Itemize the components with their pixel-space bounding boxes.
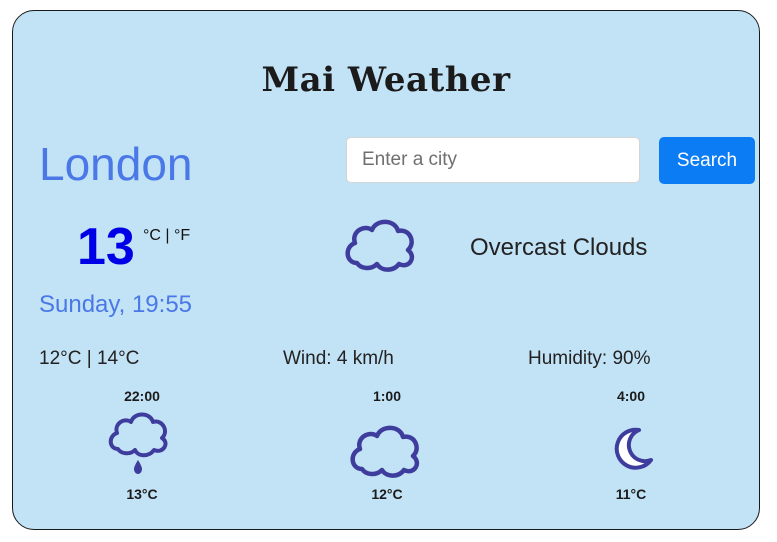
forecast-temperature: 11°C [615, 486, 647, 502]
crescent-moon-icon [614, 427, 653, 470]
forecast-time: 22:00 [124, 388, 160, 404]
forecast-time: 4:00 [616, 388, 646, 404]
search-input[interactable] [346, 137, 640, 183]
weather-description: Overcast Clouds [470, 234, 648, 261]
humidity: Humidity: 90% [528, 348, 651, 369]
weather-card: Mai Weather London Search 13 °C | °F Ove… [12, 10, 760, 530]
forecast-temperature: 13°C [126, 486, 158, 502]
temperature-range: 12°C | 14°C [39, 348, 140, 369]
forecast-temperature: 12°C [371, 486, 403, 502]
unit-toggle[interactable]: °C | °F [143, 228, 190, 244]
app-title: Mai Weather [261, 60, 511, 100]
search-button[interactable]: Search [659, 137, 755, 184]
current-temperature: 13 [77, 218, 135, 276]
city-name: London [39, 138, 193, 190]
cloud-icon [350, 425, 420, 478]
wind-speed: Wind: 4 km/h [283, 348, 394, 369]
cloud-icon [345, 219, 415, 272]
rain-cloud-icon [108, 412, 168, 474]
date-time: Sunday, 19:55 [39, 291, 193, 318]
forecast-time: 1:00 [372, 388, 402, 404]
